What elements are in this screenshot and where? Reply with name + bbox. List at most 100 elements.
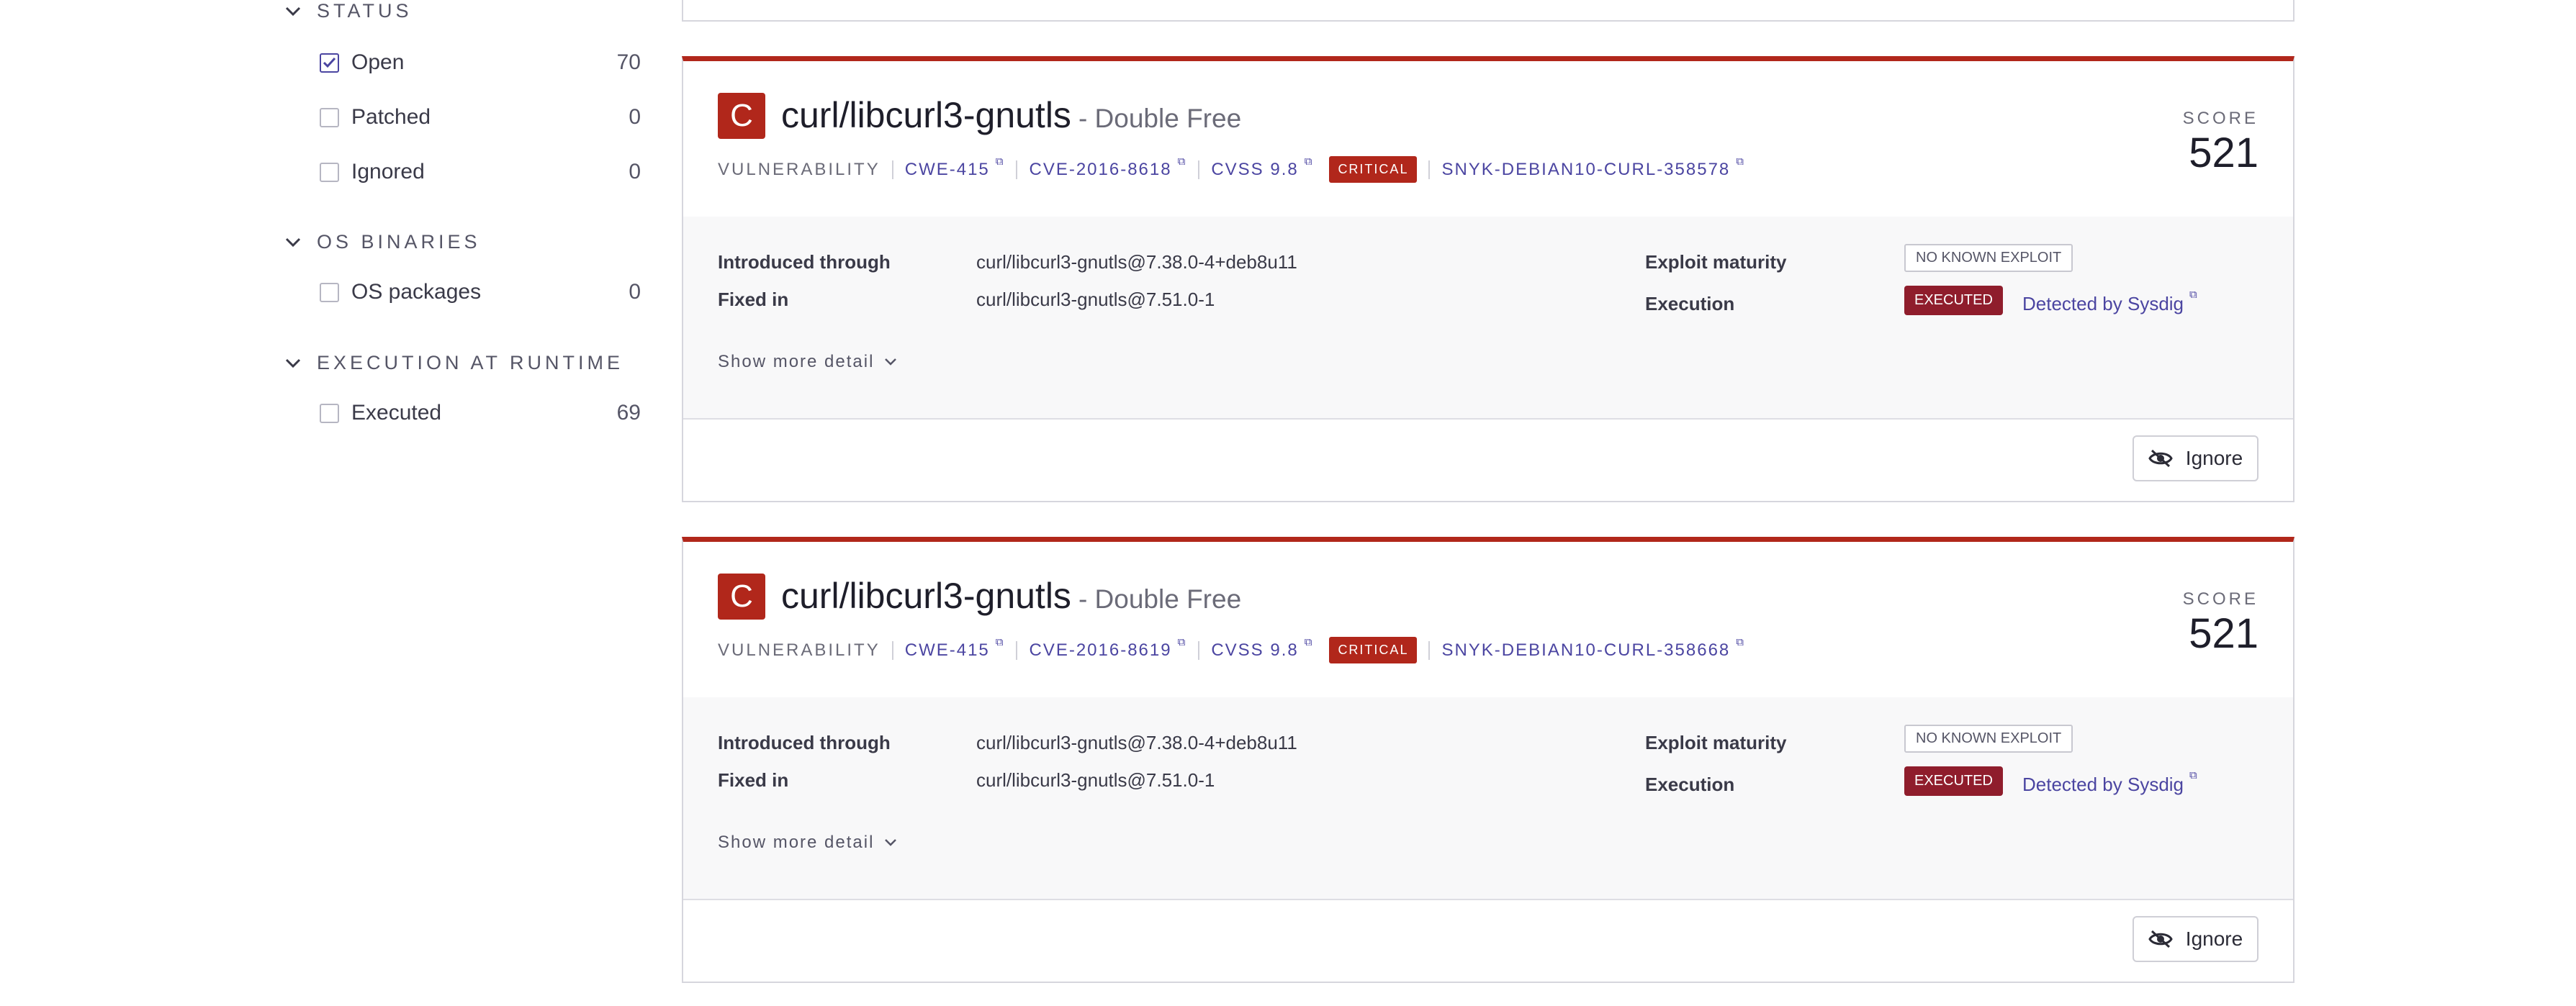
filter-item-open[interactable]: Open 70 bbox=[320, 50, 641, 75]
chevron-down-icon bbox=[885, 839, 897, 846]
execution-label: Execution bbox=[1645, 293, 1735, 314]
package-name: curl/libcurl3-gnutls bbox=[781, 576, 1071, 616]
chevron-down-icon[interactable] bbox=[282, 353, 304, 374]
fixed-in-value: curl/libcurl3-gnutls@7.51.0-1 bbox=[976, 289, 1215, 310]
filter-item-label: Ignored bbox=[351, 160, 425, 183]
introduced-through-label: Introduced through bbox=[718, 251, 891, 273]
filter-section-status: STATUS bbox=[282, 0, 413, 22]
vulnerability-type: - Double Free bbox=[1078, 104, 1242, 133]
external-link-icon: ⧉ bbox=[995, 635, 1005, 648]
eye-off-icon bbox=[2148, 930, 2173, 948]
external-link-icon: ⧉ bbox=[1304, 155, 1314, 168]
filter-item-count: 0 bbox=[629, 160, 641, 183]
checkbox-os-packages[interactable] bbox=[320, 282, 339, 302]
chevron-down-icon bbox=[885, 358, 897, 366]
divider bbox=[1428, 640, 1431, 660]
card-footer: Ignore bbox=[683, 418, 2293, 501]
fixed-in-value: curl/libcurl3-gnutls@7.51.0-1 bbox=[976, 769, 1215, 791]
exploit-maturity-badge: NO KNOWN EXPLOIT bbox=[1904, 244, 2073, 272]
severity-badge: CRITICAL bbox=[1329, 156, 1418, 183]
introduced-through-value: curl/libcurl3-gnutls@7.38.0-4+deb8u11 bbox=[976, 732, 1297, 753]
filter-item-ignored[interactable]: Ignored 0 bbox=[320, 160, 641, 184]
show-more-detail-toggle[interactable]: Show more detail bbox=[718, 352, 897, 372]
exploit-maturity-label: Exploit maturity bbox=[1645, 251, 1787, 273]
eye-off-icon bbox=[2148, 449, 2173, 468]
fixed-in-label: Fixed in bbox=[718, 289, 789, 310]
divider bbox=[1016, 640, 1018, 660]
score-value: 521 bbox=[2189, 130, 2258, 176]
package-name: curl/libcurl3-gnutls bbox=[781, 95, 1071, 135]
detected-by-link[interactable]: Detected by Sysdig ⧉ bbox=[2022, 289, 2197, 315]
filter-item-os-packages[interactable]: OS packages 0 bbox=[320, 280, 641, 304]
checkbox-open[interactable] bbox=[320, 53, 339, 73]
detected-by-link[interactable]: Detected by Sysdig ⧉ bbox=[2022, 769, 2197, 796]
card-header: C curl/libcurl3-gnutls - Double Free VULN… bbox=[683, 542, 2293, 699]
ignore-label: Ignore bbox=[2185, 928, 2243, 950]
cvss-label: CVSS 9.8 bbox=[1211, 159, 1299, 179]
cwe-link[interactable]: CWE-415 ⧉ bbox=[905, 636, 1005, 661]
cve-label: CVE-2016-8619 bbox=[1029, 640, 1172, 660]
ignore-button[interactable]: Ignore bbox=[2133, 916, 2258, 962]
checkbox-executed[interactable] bbox=[320, 403, 339, 423]
snyk-id-label: SNYK-DEBIAN10-CURL-358668 bbox=[1441, 640, 1731, 660]
card-footer: Ignore bbox=[683, 899, 2293, 982]
introduced-through-value: curl/libcurl3-gnutls@7.38.0-4+deb8u11 bbox=[976, 251, 1297, 273]
external-link-icon: ⧉ bbox=[1177, 155, 1187, 168]
issue-category: VULNERABILITY bbox=[718, 159, 881, 179]
filter-item-count: 0 bbox=[629, 280, 641, 304]
cve-link[interactable]: CVE-2016-8619 ⧉ bbox=[1029, 636, 1186, 661]
filter-item-count: 69 bbox=[616, 401, 641, 425]
filter-item-count: 0 bbox=[629, 105, 641, 129]
chevron-down-icon[interactable] bbox=[282, 1, 304, 22]
card-title: curl/libcurl3-gnutls - Double Free bbox=[781, 94, 1241, 136]
vulnerability-card: C curl/libcurl3-gnutls - Double Free VULN… bbox=[682, 56, 2294, 502]
snyk-id-link[interactable]: SNYK-DEBIAN10-CURL-358668 ⧉ bbox=[1441, 636, 1745, 661]
detected-by-label: Detected by Sysdig bbox=[2022, 293, 2184, 314]
filter-section-title: EXECUTION AT RUNTIME bbox=[317, 352, 624, 373]
checkbox-patched[interactable] bbox=[320, 107, 339, 127]
severity-badge: CRITICAL bbox=[1329, 637, 1418, 663]
external-link-icon: ⧉ bbox=[1177, 635, 1187, 648]
introduced-through-label: Introduced through bbox=[718, 732, 891, 753]
cwe-label: CWE-415 bbox=[904, 159, 990, 179]
snyk-id-link[interactable]: SNYK-DEBIAN10-CURL-358578 ⧉ bbox=[1441, 155, 1745, 180]
cve-label: CVE-2016-8618 bbox=[1029, 159, 1172, 179]
cvss-label: CVSS 9.8 bbox=[1211, 640, 1299, 660]
check-icon bbox=[323, 57, 336, 68]
filter-item-executed[interactable]: Executed 69 bbox=[320, 401, 641, 425]
show-more-label: Show more detail bbox=[718, 352, 875, 371]
divider bbox=[1428, 160, 1431, 179]
execution-label: Execution bbox=[1645, 774, 1735, 795]
card-header: C curl/libcurl3-gnutls - Double Free VULN… bbox=[683, 61, 2293, 218]
external-link-icon: ⧉ bbox=[2189, 289, 2197, 301]
cvss-link[interactable]: CVSS 9.8 ⧉ bbox=[1211, 155, 1313, 180]
cvss-link[interactable]: CVSS 9.8 ⧉ bbox=[1211, 636, 1313, 661]
cve-link[interactable]: CVE-2016-8618 ⧉ bbox=[1029, 155, 1186, 180]
card-meta: VULNERABILITY CWE-415 ⧉ CVE-2016-8618 ⧉ CV… bbox=[718, 155, 1745, 183]
external-link-icon: ⧉ bbox=[2189, 769, 2197, 781]
filter-item-patched[interactable]: Patched 0 bbox=[320, 105, 641, 130]
executed-badge: EXECUTED bbox=[1904, 766, 2003, 796]
detected-by-label: Detected by Sysdig bbox=[2022, 774, 2184, 795]
previous-card-bottom bbox=[682, 0, 2294, 22]
score-label: SCORE bbox=[2182, 109, 2258, 128]
exploit-maturity-badge: NO KNOWN EXPLOIT bbox=[1904, 725, 2073, 753]
external-link-icon: ⧉ bbox=[1304, 635, 1314, 648]
cwe-link[interactable]: CWE-415 ⧉ bbox=[904, 155, 1005, 180]
divider bbox=[891, 640, 893, 660]
filter-item-label: Patched bbox=[351, 105, 431, 129]
show-more-detail-toggle[interactable]: Show more detail bbox=[718, 833, 897, 853]
ignore-button[interactable]: Ignore bbox=[2133, 435, 2258, 481]
checkbox-ignored[interactable] bbox=[320, 162, 339, 182]
filter-section-os-binaries: OS BINARIES bbox=[282, 231, 481, 253]
external-link-icon: ⧉ bbox=[995, 155, 1005, 168]
card-meta: VULNERABILITY CWE-415 ⧉ CVE-2016-8619 ⧉ CV… bbox=[718, 636, 1745, 663]
snyk-id-label: SNYK-DEBIAN10-CURL-358578 bbox=[1441, 159, 1731, 179]
exploit-maturity-label: Exploit maturity bbox=[1645, 732, 1787, 753]
vulnerability-type: - Double Free bbox=[1078, 584, 1242, 614]
severity-letter-badge: C bbox=[718, 93, 765, 139]
fixed-in-label: Fixed in bbox=[718, 769, 789, 791]
ignore-label: Ignore bbox=[2185, 447, 2243, 469]
filter-item-label: Executed bbox=[351, 401, 442, 425]
chevron-down-icon[interactable] bbox=[282, 232, 304, 253]
